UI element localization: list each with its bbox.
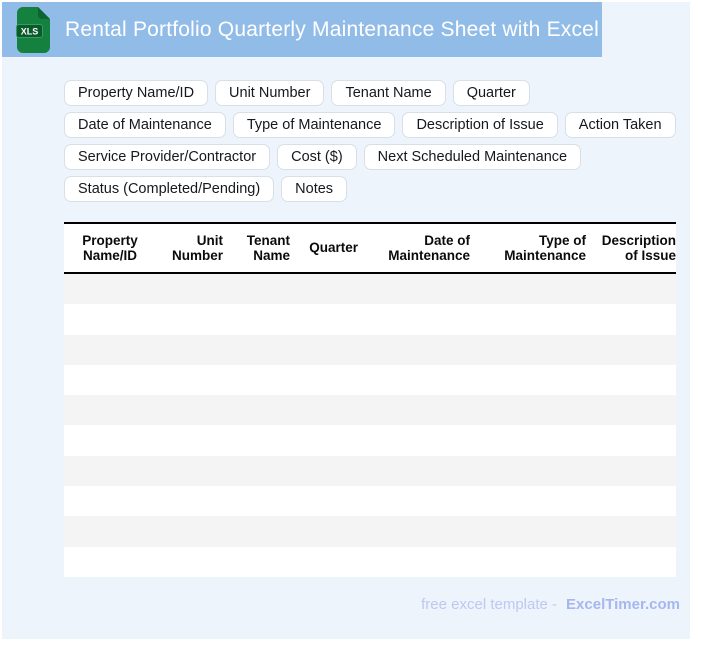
tag-chip[interactable]: Property Name/ID: [64, 80, 209, 106]
column-header: Tenant Name: [246, 232, 290, 264]
column-header: Date of Maintenance: [388, 232, 470, 264]
tag-chip[interactable]: Action Taken: [564, 112, 676, 138]
tag-list: Property Name/ID Unit Number Tenant Name Qu…: [64, 80, 680, 202]
page-title: Rental Portfolio Quarterly Maintenance S…: [65, 17, 599, 41]
table-empty-row: [64, 455, 676, 487]
tag-chip[interactable]: Type of Maintenance: [232, 112, 396, 138]
table-empty-row: [64, 395, 676, 426]
table-empty-row: [64, 546, 676, 577]
tag-chip[interactable]: Date of Maintenance: [64, 112, 226, 138]
tag-chip[interactable]: Description of Issue: [402, 112, 558, 138]
table-empty-row: [64, 334, 676, 365]
column-header: Quarter: [309, 240, 358, 256]
column-header: Property Name/ID: [82, 232, 138, 264]
table-empty-row: [64, 425, 676, 456]
tag-chip[interactable]: Tenant Name: [331, 80, 446, 106]
tag-chip[interactable]: Next Scheduled Maintenance: [363, 144, 582, 170]
page-background: XLS Rental Portfolio Quarterly Maintenan…: [2, 2, 690, 639]
xls-icon-label: XLS: [21, 26, 39, 36]
tag-chip[interactable]: Notes: [281, 176, 348, 202]
footer-credit-text: free excel template -: [421, 596, 558, 613]
tag-chip[interactable]: Service Provider/Contractor: [64, 144, 271, 170]
table-empty-row: [64, 516, 676, 547]
table-body: [64, 274, 676, 577]
column-header: Description of Issue: [601, 232, 676, 264]
column-header: Type of Maintenance: [504, 232, 586, 264]
tag-chip[interactable]: Quarter: [452, 80, 530, 106]
maintenance-table: Property Name/ID Unit Number Tenant Name Qu…: [64, 222, 676, 577]
table-empty-row: [64, 486, 676, 517]
table-empty-row: [64, 304, 676, 335]
footer-credit: free excel template - ExcelTimer.com: [421, 596, 680, 613]
tag-chip[interactable]: Status (Completed/Pending): [64, 176, 275, 202]
title-bar: XLS Rental Portfolio Quarterly Maintenan…: [2, 2, 602, 57]
brand-link[interactable]: ExcelTimer.com: [566, 596, 680, 613]
table-empty-row: [64, 364, 676, 396]
tag-chip[interactable]: Unit Number: [215, 80, 325, 106]
table-header-row: Property Name/ID Unit Number Tenant Name Qu…: [64, 222, 676, 274]
xls-file-icon: XLS: [16, 6, 50, 53]
table-empty-row: [64, 274, 676, 305]
tag-chip[interactable]: Cost ($): [277, 144, 357, 170]
column-header: Unit Number: [171, 232, 223, 264]
